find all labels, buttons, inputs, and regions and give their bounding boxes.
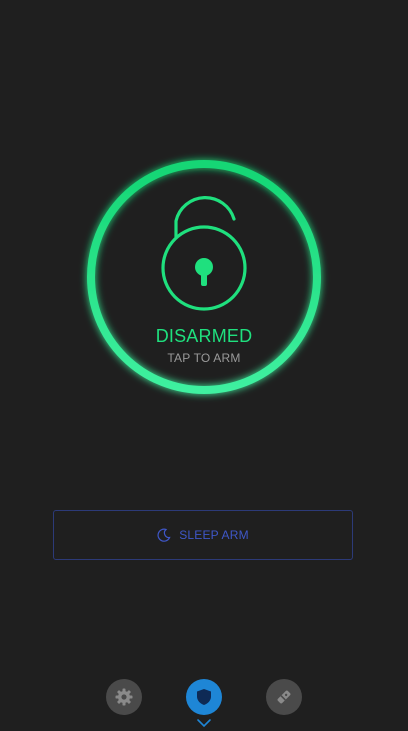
keyhole-icon (195, 258, 213, 286)
sleep-arm-label: SLEEP ARM (179, 528, 249, 542)
arm-status-hint: TAP TO ARM (167, 351, 241, 365)
sensor-icon (277, 690, 291, 704)
sleep-arm-button[interactable]: SLEEP ARM (53, 510, 353, 560)
bottom-nav (0, 676, 408, 731)
nav-settings-button[interactable] (106, 679, 142, 715)
chevron-down-icon (197, 719, 211, 728)
arm-toggle-button[interactable]: DISARMED TAP TO ARM (84, 157, 324, 397)
gear-icon (115, 688, 133, 706)
unlock-icon (161, 196, 247, 311)
home-screen: DISARMED TAP TO ARM SLEEP ARM (0, 0, 408, 731)
arm-status-label: DISARMED (155, 326, 253, 346)
moon-icon (157, 528, 171, 542)
shield-icon (197, 689, 211, 705)
nav-security-button[interactable] (186, 679, 222, 715)
nav-sensor-button[interactable] (266, 679, 302, 715)
